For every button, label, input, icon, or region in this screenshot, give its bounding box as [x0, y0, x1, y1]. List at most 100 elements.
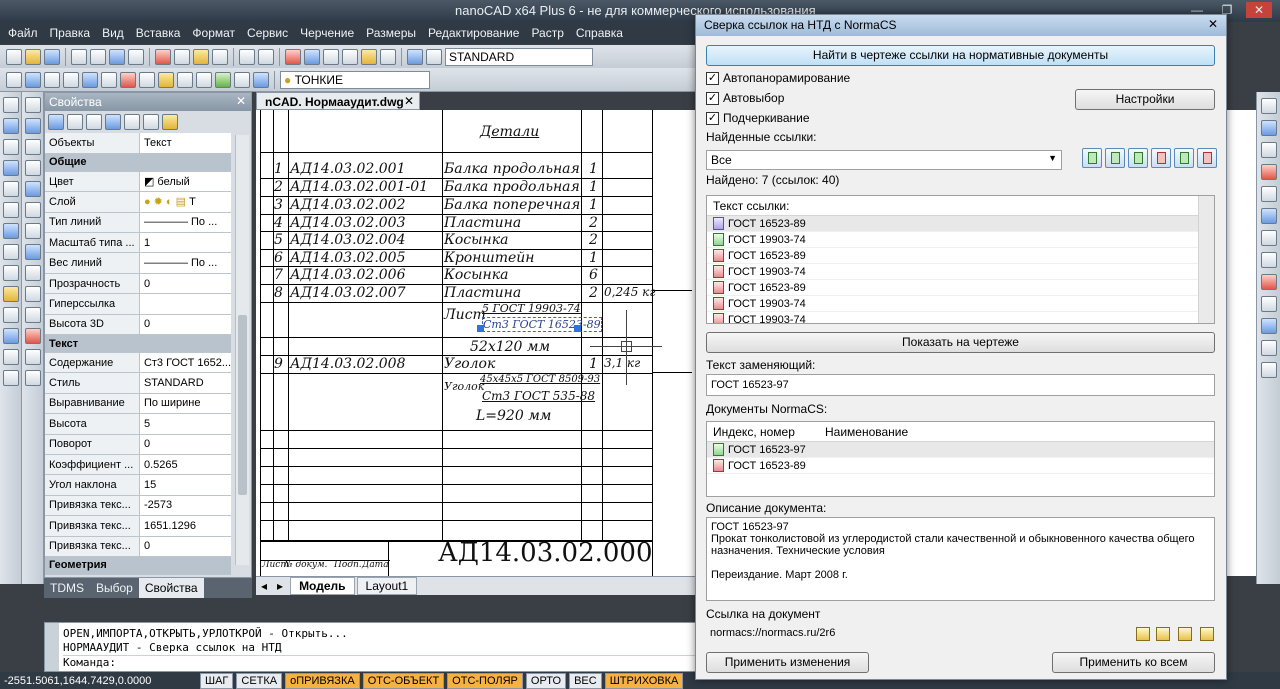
tab-properties[interactable]: Свойства	[138, 578, 204, 598]
layer-previous-icon[interactable]	[196, 71, 212, 88]
link-value[interactable]: normacs://normacs.ru/2r6	[706, 623, 1126, 645]
list-item[interactable]: ГОСТ 19903-74	[707, 312, 1214, 323]
plot-icon[interactable]	[128, 48, 144, 65]
property-value[interactable]: 0	[139, 314, 231, 336]
break-icon[interactable]	[25, 328, 41, 344]
menu-help[interactable]: Справка	[570, 26, 629, 40]
open-file-icon[interactable]	[25, 48, 41, 65]
checkbox-autoselect[interactable]: ✓ Автовыбор	[706, 91, 784, 105]
spline-icon[interactable]	[3, 244, 19, 260]
match-properties-icon[interactable]	[212, 48, 228, 65]
snap-icon[interactable]	[6, 71, 22, 88]
property-value[interactable]: Ст3 ГОСТ 1652...	[139, 352, 231, 374]
calculator-icon[interactable]	[380, 48, 396, 65]
replace-text-input[interactable]: ГОСТ 16523-97	[706, 374, 1215, 396]
property-value[interactable]: По ширине	[139, 393, 231, 415]
menu-service[interactable]: Сервис	[241, 26, 294, 40]
open-link-icon[interactable]	[1136, 627, 1150, 641]
menu-format[interactable]: Формат	[186, 26, 241, 40]
polar-toggle[interactable]: ОТС-ПОЛЯР	[447, 672, 523, 689]
select-icon[interactable]	[25, 71, 41, 88]
publish-icon[interactable]	[109, 48, 125, 65]
arc-icon[interactable]	[3, 160, 19, 176]
report-doc-icon[interactable]	[1174, 148, 1194, 168]
paste-icon[interactable]	[193, 48, 209, 65]
snap-node-icon[interactable]	[1261, 164, 1277, 180]
move-icon[interactable]	[25, 202, 41, 218]
snap-parallel-icon[interactable]	[1261, 340, 1277, 356]
dimension-linear-icon[interactable]	[44, 71, 60, 88]
redo-icon[interactable]	[258, 48, 274, 65]
snap-center-icon[interactable]	[1261, 142, 1277, 158]
erase-icon[interactable]	[25, 97, 41, 113]
document-tab[interactable]: nCAD. Нормааудит.dwg ✕	[256, 92, 420, 110]
tab-model[interactable]: Модель	[290, 577, 355, 595]
property-value[interactable]: 15	[139, 474, 231, 496]
menu-view[interactable]: Вид	[96, 26, 130, 40]
layer-manager-icon[interactable]	[158, 71, 174, 88]
text-style-icon[interactable]	[426, 48, 442, 65]
drawing-canvas[interactable]: Детали 1 АД14.03.02.001 Балка продольная…	[256, 110, 696, 576]
property-value[interactable]: STANDARD	[139, 372, 231, 394]
property-value[interactable]: ———— По ...	[139, 252, 231, 274]
region-icon[interactable]	[3, 307, 19, 323]
paste-link-icon[interactable]	[1200, 627, 1214, 641]
layer-select[interactable]: ● ТОНКИЕ	[280, 70, 430, 89]
tab-next-icon[interactable]: ▸	[272, 579, 288, 593]
inspect-icon[interactable]	[234, 71, 250, 88]
list-item[interactable]: ГОСТ 19903-74	[707, 264, 1214, 280]
osnap-toggle[interactable]: оПРИВЯЗКА	[285, 672, 360, 689]
show-in-drawing-button[interactable]: Показать на чертеже	[706, 332, 1215, 353]
property-value[interactable]: 0	[139, 434, 231, 455]
polygon-icon[interactable]	[3, 202, 19, 218]
property-value[interactable]	[139, 293, 231, 315]
ortho-toggle[interactable]: ОРТО	[525, 672, 567, 689]
close-icon[interactable]: ✕	[404, 94, 414, 108]
table-icon[interactable]	[3, 328, 19, 344]
ellipse-icon[interactable]	[3, 223, 19, 239]
dimension-aligned-icon[interactable]	[63, 71, 79, 88]
list-item[interactable]: ГОСТ 16523-89	[707, 280, 1214, 296]
property-value[interactable]: 1	[139, 232, 231, 254]
sort-icon[interactable]	[124, 114, 140, 130]
properties-scrollbar[interactable]	[235, 135, 249, 565]
grip-handle[interactable]	[574, 325, 581, 332]
layer-state-icon[interactable]	[177, 71, 193, 88]
drawing-canvas-right[interactable]	[1226, 110, 1256, 576]
menu-insert[interactable]: Вставка	[130, 26, 187, 40]
web-link-icon[interactable]	[1156, 627, 1170, 641]
design-center-icon[interactable]	[253, 71, 269, 88]
valid-doc-icon[interactable]	[1128, 148, 1148, 168]
point-icon[interactable]	[3, 265, 19, 281]
menu-edit[interactable]: Правка	[44, 26, 97, 40]
rotate-icon[interactable]	[25, 223, 41, 239]
property-value[interactable]: 1651.1296	[139, 515, 231, 537]
tolerance-icon[interactable]	[139, 71, 155, 88]
menu-dimensions[interactable]: Размеры	[360, 26, 422, 40]
toggle-pickadd-icon[interactable]	[48, 114, 64, 130]
checkbox-underline[interactable]: ✓ Подчеркивание	[706, 111, 810, 125]
line-icon[interactable]	[3, 97, 19, 113]
snap-nearest-icon[interactable]	[1261, 318, 1277, 334]
trim-icon[interactable]	[25, 286, 41, 302]
polyline-icon[interactable]	[3, 118, 19, 134]
pan-icon[interactable]	[285, 48, 301, 65]
measure-icon[interactable]	[361, 48, 377, 65]
menu-raster[interactable]: Растр	[525, 26, 569, 40]
close-icon[interactable]: ✕	[1246, 2, 1272, 18]
property-value[interactable]: ◩ белый	[139, 171, 231, 193]
list-item[interactable]: ГОСТ 19903-74	[707, 232, 1214, 248]
property-value[interactable]: 0.5265	[139, 454, 231, 476]
settings-button[interactable]: Настройки	[1075, 89, 1215, 110]
snap-insert-icon[interactable]	[1261, 252, 1277, 268]
dimension-angle-icon[interactable]	[101, 71, 117, 88]
section-title[interactable]: Текст	[45, 334, 231, 354]
close-icon[interactable]: ✕	[1208, 17, 1218, 31]
check-doc-icon[interactable]	[1105, 148, 1125, 168]
find-references-button[interactable]: Найти в чертеже ссылки на нормативные до…	[706, 45, 1215, 66]
command-window-handle[interactable]	[45, 623, 59, 671]
checkbox-autopan[interactable]: ✓ Автопанорамирование	[706, 71, 850, 85]
hatch-icon[interactable]	[3, 286, 19, 302]
snap-intersection-icon[interactable]	[1261, 208, 1277, 224]
layer-tools-icon[interactable]	[215, 71, 231, 88]
